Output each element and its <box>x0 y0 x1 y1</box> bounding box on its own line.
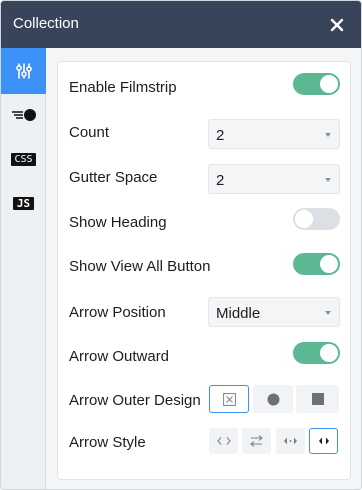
filled-arrows-icon <box>284 437 297 445</box>
arrow-outer-design-label: Arrow Outer Design <box>69 392 201 409</box>
count-label: Count <box>69 124 110 141</box>
arrow-position-row: Arrow Position Middle <box>58 292 352 337</box>
square-icon <box>311 393 324 405</box>
gutter-space-select[interactable]: 2 <box>208 164 340 194</box>
arrow-style-label: Arrow Style <box>69 434 146 451</box>
count-select[interactable]: 2 <box>208 119 340 149</box>
none-icon <box>222 392 236 406</box>
show-heading-row: Show Heading <box>58 202 352 247</box>
arrow-position-value: Middle <box>216 305 261 322</box>
arrow-style-row: Arrow Style <box>58 427 352 472</box>
outer-design-circle-option[interactable] <box>253 385 293 413</box>
sidebar-item-settings[interactable] <box>1 48 46 94</box>
outer-design-none-option[interactable] <box>209 385 249 413</box>
swap-arrows-icon <box>250 435 263 447</box>
outer-design-square-option[interactable] <box>296 385 339 413</box>
arrow-outward-row: Arrow Outward <box>58 337 352 382</box>
enable-filmstrip-row: Enable Filmstrip <box>58 62 352 112</box>
chevron-down-icon <box>325 311 331 315</box>
sidebar-rail: CSS JS <box>1 48 46 489</box>
arrow-style-filled-option[interactable] <box>276 428 305 454</box>
style-icon <box>11 109 36 121</box>
sidebar-item-css[interactable]: CSS <box>1 136 46 182</box>
sliders-icon <box>15 63 32 79</box>
enable-filmstrip-label: Enable Filmstrip <box>69 79 177 96</box>
js-tag: JS <box>12 196 35 210</box>
circle-icon <box>267 393 279 405</box>
sidebar-item-style[interactable] <box>1 92 46 138</box>
arrow-position-select[interactable]: Middle <box>208 297 340 327</box>
panel-title: Collection <box>13 15 79 32</box>
panel-header: Collection <box>1 1 361 48</box>
angle-brackets-icon <box>216 437 231 445</box>
gutter-space-label: Gutter Space <box>69 169 158 186</box>
arrow-position-label: Arrow Position <box>69 304 166 321</box>
arrow-outward-label: Arrow Outward <box>69 348 170 365</box>
show-view-all-row: Show View All Button <box>58 247 352 292</box>
collection-panel: Collection CSS JS Enable Filmstrip Count… <box>0 0 362 490</box>
arrow-outer-design-row: Arrow Outer Design <box>58 382 352 427</box>
close-icon <box>330 18 344 32</box>
arrow-style-swap-option[interactable] <box>242 428 271 454</box>
arrow-style-brackets-option[interactable] <box>209 428 238 454</box>
show-heading-label: Show Heading <box>69 214 167 231</box>
chevron-down-icon <box>325 133 331 137</box>
enable-filmstrip-toggle[interactable] <box>293 73 340 95</box>
settings-card: Enable Filmstrip Count 2 Gutter Space 2 … <box>57 61 351 480</box>
count-value: 2 <box>216 127 225 144</box>
arrow-outward-toggle[interactable] <box>293 342 340 364</box>
show-view-all-toggle[interactable] <box>293 253 340 275</box>
show-view-all-label: Show View All Button <box>69 258 211 275</box>
gutter-space-value: 2 <box>216 172 225 189</box>
chevron-down-icon <box>325 178 331 182</box>
show-heading-toggle[interactable] <box>293 208 340 230</box>
filled-arrows-outward-icon <box>318 437 329 445</box>
sidebar-item-js[interactable]: JS <box>1 180 46 226</box>
css-tag: CSS <box>11 152 36 166</box>
gutter-space-row: Gutter Space 2 <box>58 157 352 202</box>
count-row: Count 2 <box>58 112 352 157</box>
close-button[interactable] <box>325 13 349 37</box>
arrow-style-filled-outward-option[interactable] <box>309 428 338 454</box>
